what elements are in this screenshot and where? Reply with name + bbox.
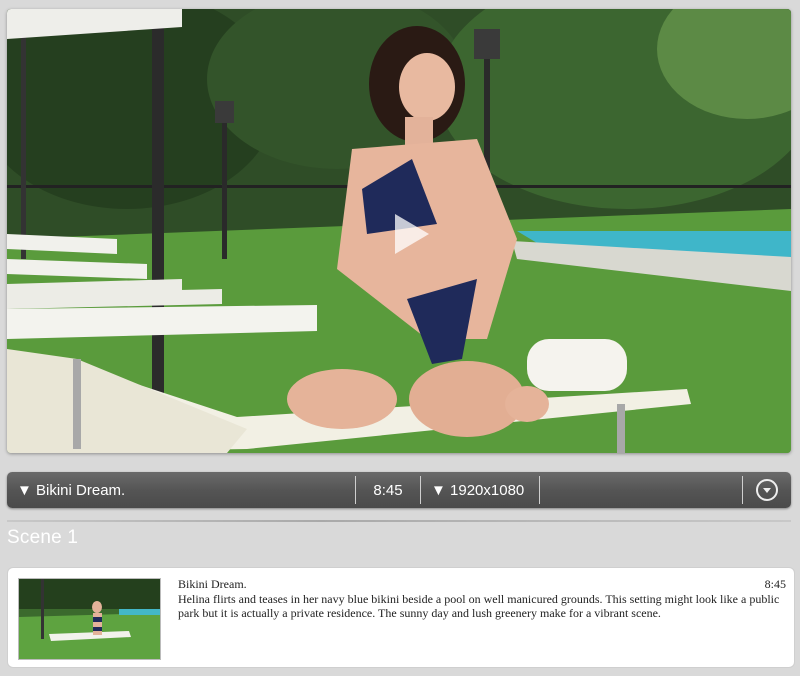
video-poster <box>7 9 791 453</box>
thumbnail-image <box>19 579 160 659</box>
download-button[interactable] <box>743 472 791 508</box>
play-icon <box>395 214 429 254</box>
scene-card-duration: 8:45 <box>764 577 786 591</box>
bar-spacer <box>540 472 742 508</box>
play-button[interactable] <box>379 204 439 264</box>
resolution-dropdown[interactable]: ▼ 1920x1080 <box>421 472 539 508</box>
scene-card-title: Bikini Dream. <box>178 577 247 591</box>
resolution-label: ▼ 1920x1080 <box>431 481 525 499</box>
download-icon <box>756 479 778 501</box>
duration-label: 8:45 <box>373 481 403 499</box>
title-dropdown[interactable]: ▼ Bikini Dream. <box>7 472 355 508</box>
section-divider <box>7 520 791 522</box>
scene-thumbnail[interactable] <box>18 578 161 660</box>
scene-card-description: Helina flirts and teases in her navy blu… <box>178 592 780 620</box>
scene-heading: Scene 1 <box>7 527 79 548</box>
video-info-bar: ▼ Bikini Dream. 8:45 ▼ 1920x1080 <box>7 472 791 508</box>
title-dropdown-label: ▼ Bikini Dream. <box>17 481 126 499</box>
duration-display: 8:45 <box>356 472 420 508</box>
video-player[interactable] <box>7 9 791 453</box>
scene-card[interactable]: Bikini Dream. 8:45 Helina flirts and tea… <box>7 567 795 668</box>
